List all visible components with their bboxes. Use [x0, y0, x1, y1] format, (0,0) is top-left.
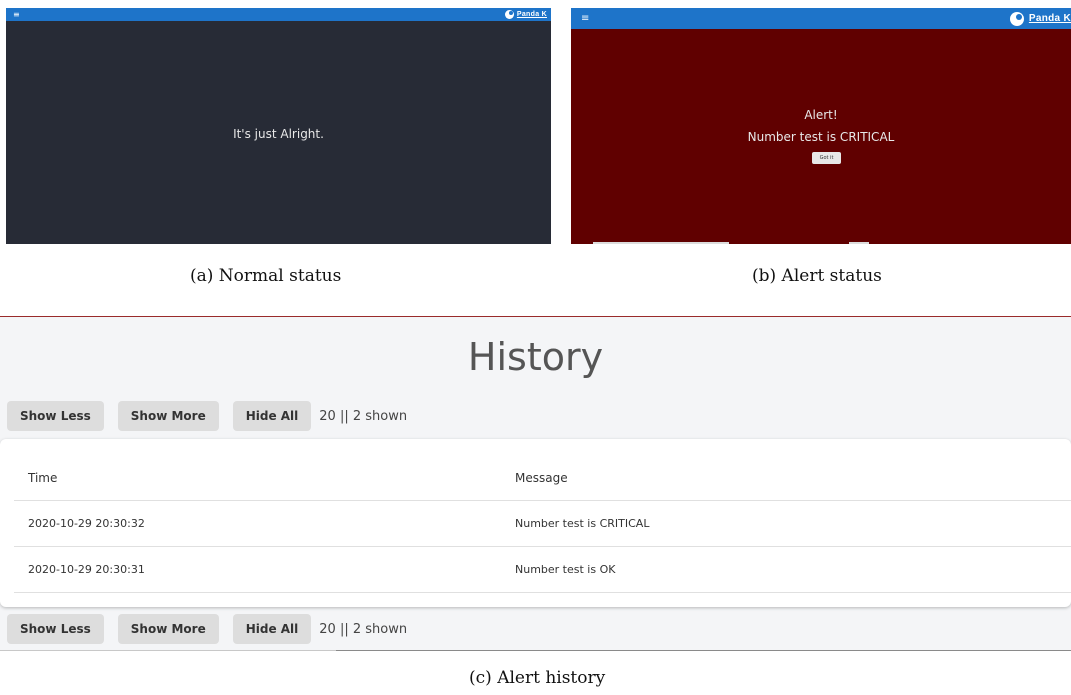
got-it-button[interactable]: Got it: [812, 152, 841, 164]
cell-time: 2020-10-29 20:30:32: [28, 517, 145, 530]
brand-logo[interactable]: Panda K: [504, 8, 547, 21]
app-bar: ≡ Panda K: [571, 8, 1071, 29]
cell-time: 2020-10-29 20:30:31: [28, 563, 145, 576]
shown-count: 20 || 2 shown: [319, 621, 408, 637]
bottom-strip: [849, 242, 869, 244]
show-less-button[interactable]: Show Less: [7, 614, 104, 644]
brand-name: Panda K: [1028, 13, 1071, 24]
brand-logo[interactable]: Panda K: [1009, 8, 1071, 29]
show-more-button[interactable]: Show More: [117, 401, 219, 431]
history-table-card: Time Message 2020-10-29 20:30:32 Number …: [0, 439, 1071, 607]
hide-all-button[interactable]: Hide All: [232, 614, 312, 644]
history-controls-bottom: Show Less Show More Hide All 20 || 2 sho…: [7, 614, 407, 644]
shown-count: 20 || 2 shown: [319, 408, 408, 424]
brand-name: Panda K: [516, 11, 547, 18]
caption-alert-status: (b) Alert status: [752, 266, 882, 286]
show-less-button[interactable]: Show Less: [7, 401, 104, 431]
divider: [336, 650, 1071, 651]
cell-message: Number test is CRITICAL: [515, 517, 650, 530]
bottom-strip: [593, 242, 729, 244]
history-table: Time Message 2020-10-29 20:30:32 Number …: [14, 455, 1071, 593]
page-title: History: [467, 335, 604, 379]
alert-status-screenshot: ≡ Panda K Alert! Number test is CRITICAL…: [571, 8, 1071, 244]
caption-alert-history: (c) Alert history: [469, 668, 606, 688]
hamburger-menu-icon[interactable]: ≡: [581, 8, 589, 29]
panda-logo-icon: [1009, 11, 1024, 26]
normal-status-screenshot: ≡ Panda K It's just Alright.: [6, 8, 551, 244]
alert-message: Number test is CRITICAL: [747, 130, 895, 144]
cell-message: Number test is OK: [515, 563, 616, 576]
column-header-message: Message: [515, 471, 568, 485]
panda-logo-icon: [504, 10, 514, 19]
column-header-time: Time: [28, 471, 58, 485]
hamburger-menu-icon[interactable]: ≡: [13, 8, 20, 21]
show-more-button[interactable]: Show More: [117, 614, 219, 644]
caption-normal-status: (a) Normal status: [190, 266, 342, 286]
app-bar: ≡ Panda K: [6, 8, 551, 21]
table-header-row: Time Message: [14, 455, 1071, 501]
status-message: It's just Alright.: [233, 127, 324, 141]
history-controls-top: Show Less Show More Hide All 20 || 2 sho…: [7, 401, 407, 431]
alert-title: Alert!: [804, 108, 838, 122]
table-row: 2020-10-29 20:30:32 Number test is CRITI…: [14, 501, 1071, 547]
table-row: 2020-10-29 20:30:31 Number test is OK: [14, 547, 1071, 593]
alert-history-screenshot: History Show Less Show More Hide All 20 …: [0, 316, 1071, 651]
hide-all-button[interactable]: Hide All: [232, 401, 312, 431]
